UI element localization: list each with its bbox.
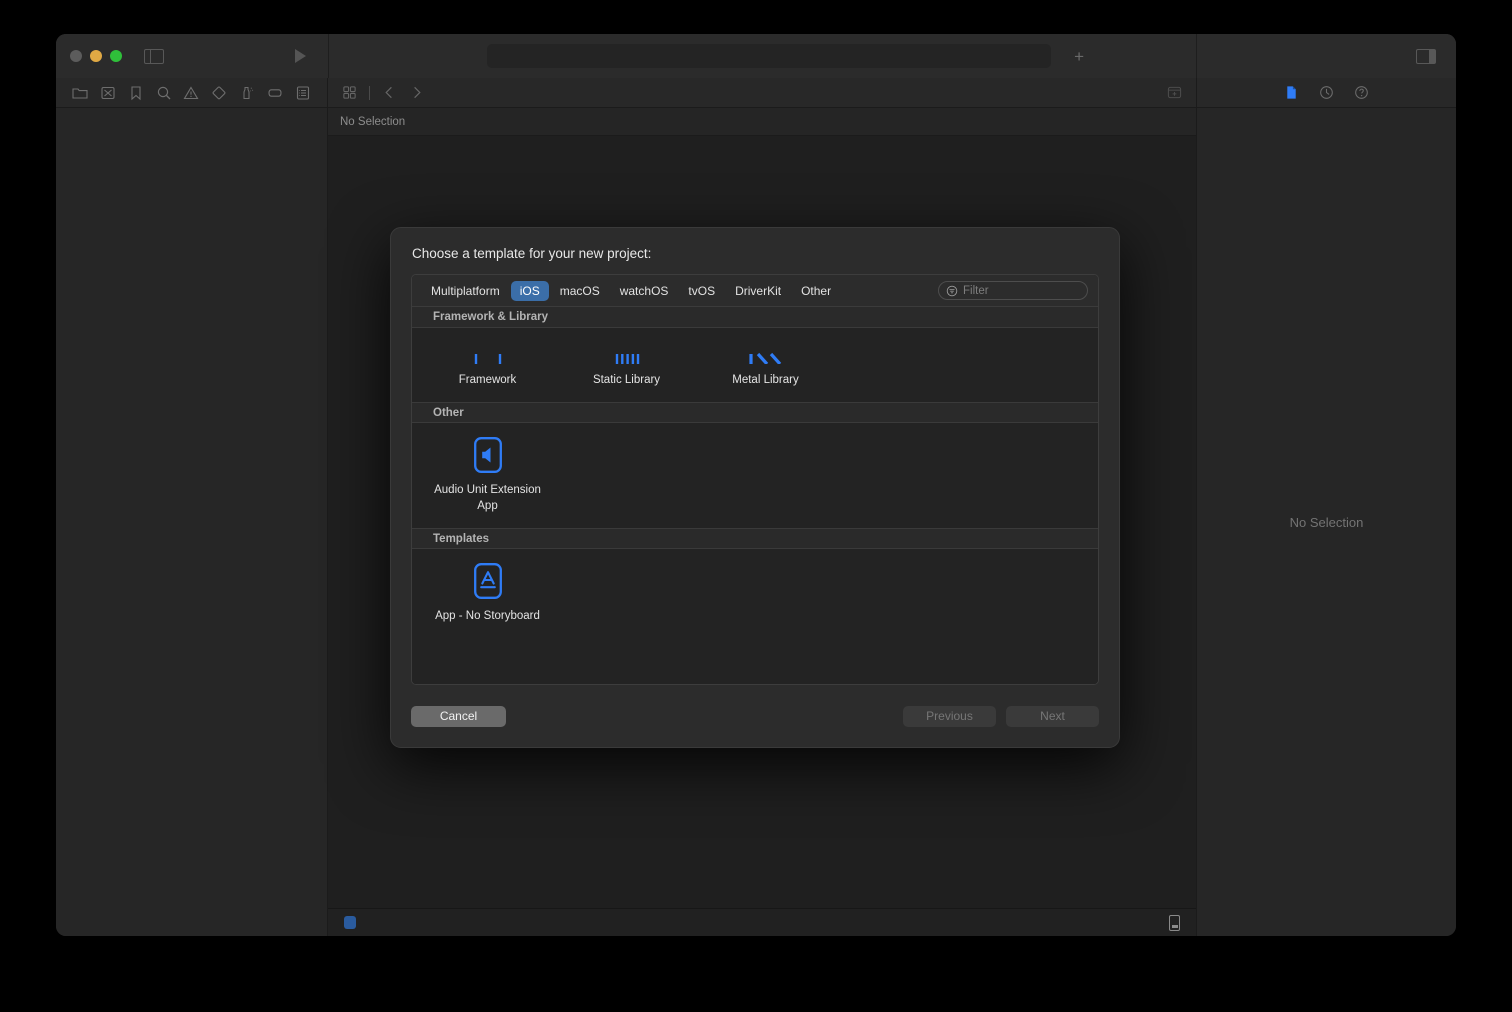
traffic-lights — [70, 50, 122, 62]
tab-multiplatform[interactable]: Multiplatform — [422, 281, 509, 301]
titlebar-right — [1196, 34, 1456, 78]
run-play-icon[interactable] — [295, 49, 306, 63]
template-row-other: Audio Unit Extension App — [412, 423, 1098, 528]
sidebar-right-icon[interactable] — [1416, 48, 1436, 64]
previous-button[interactable]: Previous — [903, 705, 996, 727]
source-control-navigator-icon[interactable] — [100, 85, 116, 101]
bookmark-navigator-icon[interactable] — [128, 85, 144, 101]
breakpoint-navigator-icon[interactable] — [267, 85, 283, 101]
navigator-panel — [56, 78, 328, 936]
filter-placeholder: Filter — [963, 284, 989, 297]
plus-icon[interactable]: + — [1074, 48, 1084, 65]
window-titlebar: + — [56, 34, 1456, 78]
add-editor-icon[interactable] — [1167, 85, 1182, 100]
metal-library-icon — [747, 352, 785, 364]
static-library-icon — [610, 352, 644, 364]
tab-macos[interactable]: macOS — [551, 281, 609, 301]
device-icon[interactable] — [1169, 914, 1180, 931]
filter-circle-icon — [946, 285, 958, 296]
template-static-library[interactable]: Static Library — [557, 352, 696, 403]
inspector-empty-state: No Selection — [1197, 108, 1456, 936]
zoom-window-button[interactable] — [110, 50, 122, 62]
tab-tvos[interactable]: tvOS — [679, 281, 724, 301]
template-label: Static Library — [592, 373, 661, 386]
chevron-right-icon[interactable] — [409, 85, 424, 100]
app-store-icon — [473, 560, 503, 600]
report-navigator-icon[interactable] — [295, 85, 311, 101]
navigator-content — [56, 108, 327, 936]
section-header-other: Other — [412, 402, 1098, 423]
titlebar-activity-area: + — [328, 34, 1196, 78]
navigator-icon-bar — [56, 78, 327, 108]
template-grid[interactable]: Framework & Library Framework Static Lib… — [412, 307, 1098, 684]
tab-ios[interactable]: iOS — [510, 280, 549, 301]
section-header-framework-library: Framework & Library — [412, 307, 1098, 328]
inspector-panel: No Selection — [1196, 78, 1456, 936]
section-header-templates: Templates — [412, 528, 1098, 549]
close-window-button[interactable] — [70, 50, 82, 62]
template-row-templates: App - No Storyboard — [412, 549, 1098, 639]
template-label: Metal Library — [732, 373, 799, 386]
next-button[interactable]: Next — [1006, 705, 1099, 727]
inspector-empty-label: No Selection — [1289, 514, 1364, 530]
activity-status-bar — [487, 44, 1051, 68]
dialog-title: Choose a template for your new project: — [412, 246, 652, 261]
choose-template-dialog: Choose a template for your new project: … — [390, 227, 1120, 748]
template-row-framework-library: Framework Static Library Metal Library — [412, 328, 1098, 402]
editor-toolbar — [328, 78, 1196, 108]
inspector-icon-bar — [1197, 78, 1456, 108]
quick-help-inspector-icon[interactable] — [1354, 85, 1369, 100]
editor-status-bar — [328, 908, 1196, 936]
tab-watchos[interactable]: watchOS — [611, 281, 678, 301]
folder-project-navigator-icon[interactable] — [72, 85, 88, 101]
editor-jump-bar[interactable]: No Selection — [328, 108, 1196, 136]
audio-unit-icon — [473, 434, 503, 474]
history-inspector-icon[interactable] — [1319, 85, 1334, 100]
cancel-button[interactable]: Cancel — [411, 705, 506, 727]
template-label: Audio Unit Extension App — [434, 484, 541, 512]
titlebar-left — [56, 34, 328, 78]
template-audio-unit-extension-app[interactable]: Audio Unit Extension App — [418, 423, 557, 528]
template-app-no-storyboard[interactable]: App - No Storyboard — [418, 549, 557, 639]
template-picker: Multiplatform iOS macOS watchOS tvOS Dri… — [411, 274, 1099, 685]
editor-grid-icon[interactable] — [342, 85, 357, 100]
toolbar-divider — [369, 85, 370, 100]
chevron-left-icon[interactable] — [382, 85, 397, 100]
search-navigator-icon[interactable] — [156, 85, 172, 101]
tab-other[interactable]: Other — [792, 281, 840, 301]
framework-icon — [471, 352, 505, 364]
template-label: App - No Storyboard — [435, 610, 540, 622]
issue-warning-navigator-icon[interactable] — [183, 85, 199, 101]
minimize-window-button[interactable] — [90, 50, 102, 62]
build-status-icon[interactable] — [344, 916, 356, 929]
platform-tab-bar: Multiplatform iOS macOS watchOS tvOS Dri… — [412, 275, 1098, 307]
template-framework[interactable]: Framework — [418, 352, 557, 403]
debug-navigator-icon[interactable] — [239, 85, 255, 101]
template-metal-library[interactable]: Metal Library — [696, 352, 835, 403]
tab-driverkit[interactable]: DriverKit — [726, 281, 790, 301]
sidebar-left-icon[interactable] — [144, 48, 164, 64]
jump-bar-label: No Selection — [340, 115, 406, 128]
filter-input[interactable]: Filter — [938, 281, 1088, 300]
file-inspector-icon[interactable] — [1284, 85, 1299, 100]
template-label: Framework — [458, 373, 517, 386]
test-diamond-navigator-icon[interactable] — [211, 85, 227, 101]
dialog-button-row: Cancel Previous Next — [411, 685, 1099, 747]
